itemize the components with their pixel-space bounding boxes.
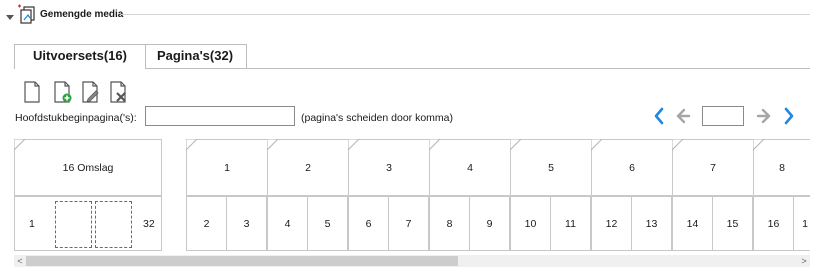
next-page-icon xyxy=(756,108,771,124)
set-label: 3 xyxy=(386,161,392,174)
blank-page xyxy=(55,201,92,248)
page-cell[interactable]: 3 xyxy=(226,196,267,251)
page-fold-icon xyxy=(267,139,279,151)
set-label: 8 xyxy=(779,161,785,174)
page-number: 3 xyxy=(243,217,250,230)
tab-output-sets[interactable]: Uitvoersets(16) xyxy=(14,44,146,69)
page-cell[interactable]: 8 xyxy=(429,196,470,251)
page-cell[interactable]: 16 xyxy=(753,196,794,251)
caret-down-icon[interactable] xyxy=(6,13,14,21)
chapter-start-hint: (pagina's scheiden door komma) xyxy=(301,112,453,124)
page-number: 14 xyxy=(686,217,699,230)
set-label: 5 xyxy=(548,161,554,174)
page-fold-icon xyxy=(186,139,198,151)
page-cell[interactable]: 12 xyxy=(591,196,632,251)
edit-document-icon[interactable] xyxy=(80,81,100,103)
set-header-5[interactable]: 5 xyxy=(510,139,592,196)
page-number: 4 xyxy=(284,217,291,230)
page-fold-icon xyxy=(591,139,603,151)
last-page-icon[interactable] xyxy=(781,105,797,127)
page-number: 5 xyxy=(324,217,331,230)
page-fold-icon xyxy=(510,139,522,151)
group-divider xyxy=(121,14,810,15)
set-header-4[interactable]: 4 xyxy=(429,139,511,196)
page-fold-icon xyxy=(348,139,360,151)
cover-set-pages[interactable]: 1 32 xyxy=(14,196,162,251)
page-cell[interactable]: 15 xyxy=(712,196,753,251)
page-cell[interactable]: 10 xyxy=(510,196,551,251)
set-header-8[interactable]: 8 xyxy=(753,139,810,196)
set-label: 6 xyxy=(629,161,635,174)
previous-page-icon xyxy=(676,108,691,124)
tab-pages[interactable]: Pagina's(32) xyxy=(144,44,247,69)
page-cell[interactable]: 11 xyxy=(550,196,591,251)
page-cell[interactable]: 5 xyxy=(307,196,348,251)
new-document-icon[interactable] xyxy=(22,81,42,103)
page-number: 11 xyxy=(565,217,576,230)
set-header-2[interactable]: 2 xyxy=(267,139,349,196)
blank-page xyxy=(95,201,132,248)
page-fold-icon xyxy=(753,139,765,151)
page-fold-icon xyxy=(672,139,684,151)
scrollbar-thumb[interactable] xyxy=(26,256,458,266)
cover-page-last: 32 xyxy=(143,218,155,230)
page-cell[interactable]: 14 xyxy=(672,196,713,251)
set-label: 7 xyxy=(710,161,716,174)
scroll-left-icon[interactable]: < xyxy=(15,256,25,266)
set-header-7[interactable]: 7 xyxy=(672,139,754,196)
page-number: 13 xyxy=(645,217,658,230)
page-number-input[interactable] xyxy=(702,106,744,126)
set-header-1[interactable]: 1 xyxy=(186,139,268,196)
cover-set-label: 16 Omslag xyxy=(62,161,114,174)
set-header-6[interactable]: 6 xyxy=(591,139,673,196)
page-number: 12 xyxy=(605,217,618,230)
page-cell[interactable]: 9 xyxy=(469,196,510,251)
set-label: 1 xyxy=(224,161,230,174)
page-number: 10 xyxy=(524,217,537,230)
first-page-icon[interactable] xyxy=(651,105,667,127)
page-number: 8 xyxy=(446,217,453,230)
set-header-3[interactable]: 3 xyxy=(348,139,430,196)
page-number: 6 xyxy=(365,217,372,230)
page-number: 1 xyxy=(802,217,808,230)
page-cell[interactable]: 13 xyxy=(631,196,672,251)
page-number: 16 xyxy=(767,217,780,230)
page-cell[interactable]: 6 xyxy=(348,196,389,251)
delete-document-icon[interactable] xyxy=(108,81,128,103)
set-label: 2 xyxy=(305,161,311,174)
page-cell[interactable]: 7 xyxy=(388,196,429,251)
page-fold-icon xyxy=(429,139,441,151)
page-number: 7 xyxy=(405,217,412,230)
mixed-media-icon xyxy=(18,4,35,24)
page-fold-icon xyxy=(14,139,26,151)
cover-set-header[interactable]: 16 Omslag xyxy=(14,139,162,196)
add-document-icon[interactable] xyxy=(52,81,72,103)
page-cell[interactable]: 4 xyxy=(267,196,308,251)
scroll-right-icon[interactable]: > xyxy=(799,256,809,266)
cover-page-first: 1 xyxy=(29,218,35,230)
page-number: 2 xyxy=(203,217,210,230)
chapter-start-input[interactable] xyxy=(145,106,295,126)
page-number: 15 xyxy=(726,217,739,230)
page-number: 9 xyxy=(486,217,493,230)
set-label: 4 xyxy=(467,161,473,174)
chapter-start-label: Hoofdstukbeginpagina('s): xyxy=(15,112,137,124)
group-title: Gemengde media xyxy=(40,9,124,20)
page-cell[interactable]: 2 xyxy=(186,196,227,251)
page-cell[interactable]: 1 xyxy=(793,196,810,251)
